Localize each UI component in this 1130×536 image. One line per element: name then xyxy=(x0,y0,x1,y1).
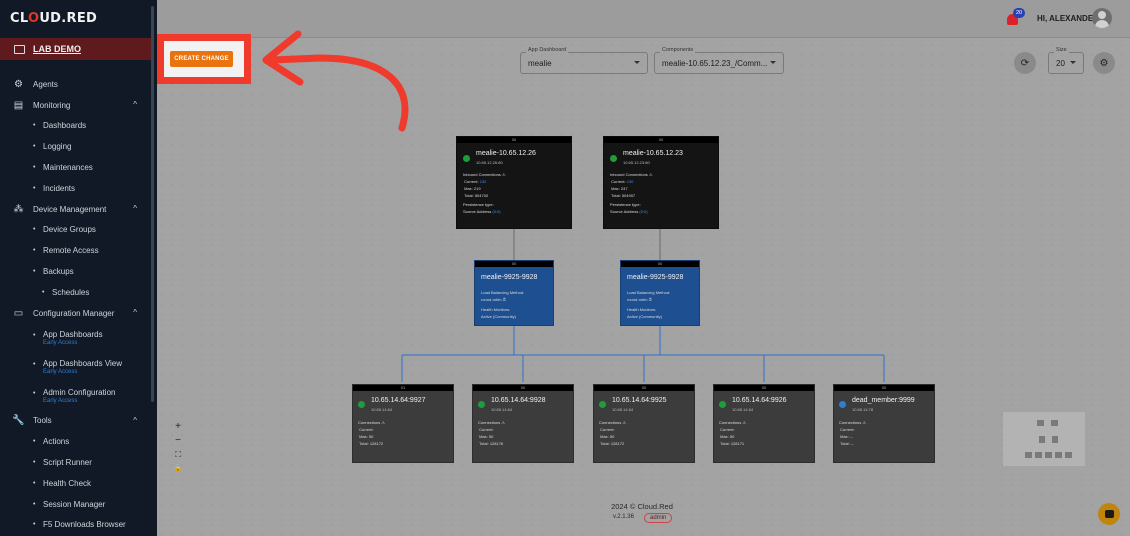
zoom-in-button[interactable]: + xyxy=(171,420,185,434)
status-icon xyxy=(719,401,726,408)
virtual-server-node[interactable]: 00 mealie-10.65.12.23 10.65.12.23:80 Inb… xyxy=(603,136,719,229)
status-icon xyxy=(478,401,485,408)
sidebar-item-dashboards[interactable]: Dashboards xyxy=(0,116,151,137)
devices-icon: ⁂ xyxy=(13,203,24,215)
footer-copyright: 2024 © Cloud.Red xyxy=(611,502,673,511)
main-canvas[interactable]: 20 HI, ALEXANDER CREATE CHANGE App Dashb… xyxy=(157,0,1130,536)
pool-member-node[interactable]: 00 10.65.14.64:9928 10.65.14.64 Connections… xyxy=(472,384,574,463)
lock-icon[interactable]: 🔒 xyxy=(171,462,185,476)
cloud-red-logo[interactable]: CLOUD.RED xyxy=(10,11,97,26)
sidebar-section-agents[interactable]: ⚙ Agents xyxy=(0,74,151,95)
sidebar-item-logging[interactable]: Logging xyxy=(0,136,151,157)
chevron-up-icon: ^ xyxy=(133,99,137,109)
sidebar-item-admin-configuration[interactable]: Admin ConfigurationEarly Access xyxy=(0,382,151,411)
status-icon xyxy=(358,401,365,408)
role-badge: admin xyxy=(644,513,673,523)
pool-member-node[interactable]: 00 dead_member:9999 10.65.14.78 Connections… xyxy=(833,384,935,463)
warning-icon: ⚠ xyxy=(648,172,653,177)
pool-member-node[interactable]: 00 10.65.14.64:9926 10.65.14.64 Connections… xyxy=(713,384,815,463)
chevron-up-icon: ^ xyxy=(133,307,137,317)
chevron-up-icon: ^ xyxy=(133,415,137,425)
sidebar-section-device-management[interactable]: ⁂ Device Management ^ xyxy=(0,199,151,220)
sidebar-nav: ⚙Agents▤Monitoring^DashboardsLoggingMain… xyxy=(0,74,151,535)
sidebar-item-script-runner[interactable]: Script Runner xyxy=(0,452,151,473)
wrench-icon: 🔧 xyxy=(12,415,25,427)
minimap[interactable] xyxy=(1003,412,1085,466)
zoom-controls: + − ⛶ 🔒 xyxy=(171,420,185,476)
warning-icon: ⚠ xyxy=(862,420,866,425)
virtual-server-node[interactable]: 00 mealie-10.65.12.26 10.65.12.26:80 Inb… xyxy=(456,136,572,229)
feedback-button[interactable] xyxy=(1098,503,1120,525)
sidebar-item-incidents[interactable]: Incidents xyxy=(0,178,151,199)
sidebar-item-session-manager[interactable]: Session Manager xyxy=(0,494,151,515)
sidebar-item-device-groups[interactable]: Device Groups xyxy=(0,220,151,241)
sidebar-item-app-dashboards[interactable]: App DashboardsEarly Access xyxy=(0,324,151,353)
pool-member-node[interactable]: 00 10.65.14.64:9925 10.65.14.64 Connections… xyxy=(593,384,695,463)
sidebar-scrollbar[interactable] xyxy=(151,6,154,402)
pool-member-node[interactable]: 01 10.65.14.64:9927 10.65.14.64 Connections… xyxy=(352,384,454,463)
sidebar-item-health-check[interactable]: Health Check xyxy=(0,473,151,494)
clock-icon: ⏱ xyxy=(502,297,506,302)
fit-view-button[interactable]: ⛶ xyxy=(171,448,185,462)
chart-icon: ▤ xyxy=(13,99,24,111)
status-icon xyxy=(599,401,606,408)
monitor-icon: ▭ xyxy=(13,307,24,319)
warning-icon: ⚠ xyxy=(622,420,626,425)
sidebar-item-app-dashboards-view[interactable]: App Dashboards ViewEarly Access xyxy=(0,353,151,382)
sidebar-section-configuration-manager[interactable]: ▭ Configuration Manager ^ xyxy=(0,303,151,324)
sidebar-item-schedules[interactable]: Schedules xyxy=(0,282,151,303)
warning-icon: ⚠ xyxy=(381,420,385,425)
monitor-icon xyxy=(14,44,25,54)
status-up-icon xyxy=(463,155,470,162)
chat-icon xyxy=(1104,510,1114,518)
warning-icon: ⚠ xyxy=(742,420,746,425)
sidebar-item-actions[interactable]: Actions xyxy=(0,431,151,452)
chevron-up-icon: ^ xyxy=(133,203,137,213)
sidebar-item-maintenances[interactable]: Maintenances xyxy=(0,157,151,178)
pool-node[interactable]: 00 mealie-9925-9928 Load Balancing Metho… xyxy=(474,260,554,326)
sidebar-item-f5-downloads-browser[interactable]: F5 Downloads Browser xyxy=(0,515,151,536)
status-up-icon xyxy=(610,155,617,162)
clock-icon: ⏱ xyxy=(648,297,652,302)
warning-icon: ⚠ xyxy=(501,172,506,177)
sidebar-item-backups[interactable]: Backups xyxy=(0,261,151,282)
agents-icon: ⚙ xyxy=(14,78,23,90)
sidebar-section-tools[interactable]: 🔧 Tools ^ xyxy=(0,411,151,432)
zoom-out-button[interactable]: − xyxy=(171,434,185,448)
sidebar-item-remote-access[interactable]: Remote Access xyxy=(0,240,151,261)
sidebar: CLOUD.RED LAB DEMO ⚙Agents▤Monitoring^Da… xyxy=(0,0,157,536)
sidebar-section-monitoring[interactable]: ▤ Monitoring ^ xyxy=(0,95,151,116)
warning-icon: ⚠ xyxy=(501,420,505,425)
lab-demo-item[interactable]: LAB DEMO xyxy=(0,38,151,60)
version-text: v.2.1.36 xyxy=(613,514,634,520)
status-icon xyxy=(839,401,846,408)
pool-node[interactable]: 00 mealie-9925-9928 Load Balancing Metho… xyxy=(620,260,700,326)
